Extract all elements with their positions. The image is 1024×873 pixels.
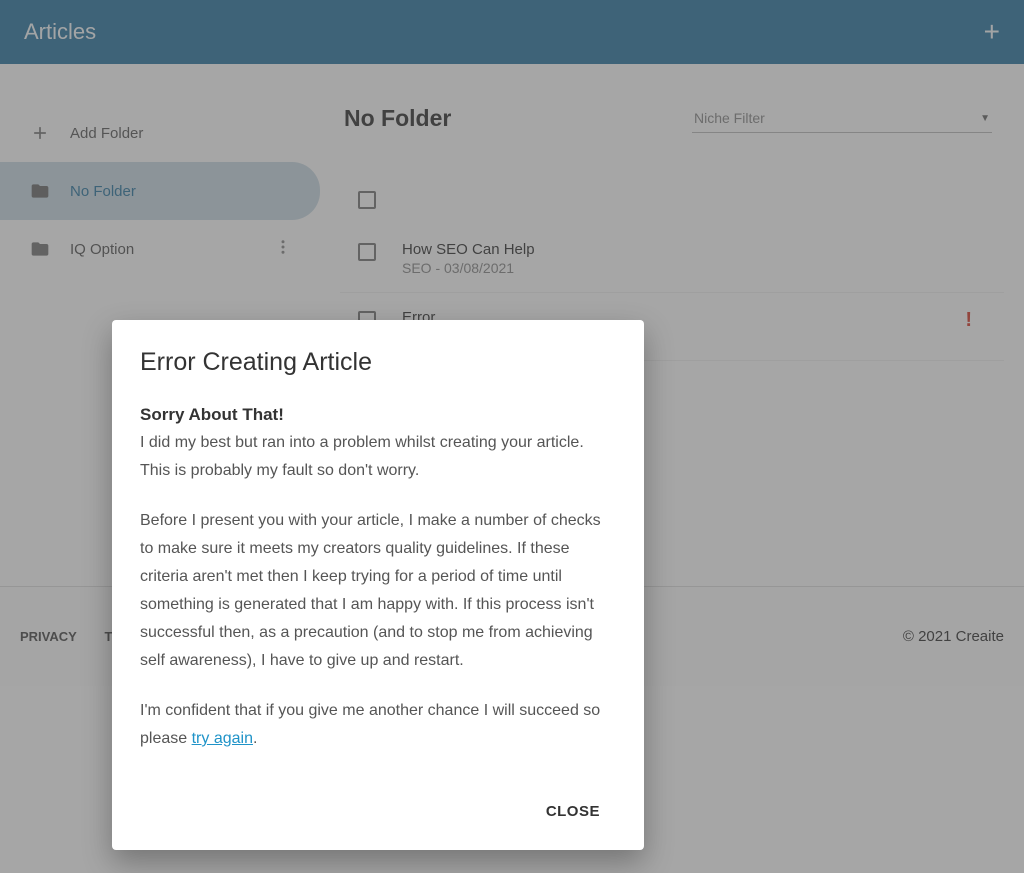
modal-paragraph: I'm confident that if you give me anothe… [140, 697, 616, 753]
modal-text: . [253, 730, 257, 747]
modal-paragraph: Before I present you with your article, … [140, 507, 616, 675]
modal-title: Error Creating Article [140, 348, 616, 377]
error-modal: Error Creating Article Sorry About That!… [112, 320, 644, 850]
close-button[interactable]: CLOSE [530, 793, 616, 830]
modal-apology: Sorry About That! [140, 405, 616, 425]
try-again-link[interactable]: try again [192, 730, 253, 747]
modal-paragraph: I did my best but ran into a problem whi… [140, 429, 616, 485]
modal-overlay[interactable]: Error Creating Article Sorry About That!… [0, 0, 1024, 873]
